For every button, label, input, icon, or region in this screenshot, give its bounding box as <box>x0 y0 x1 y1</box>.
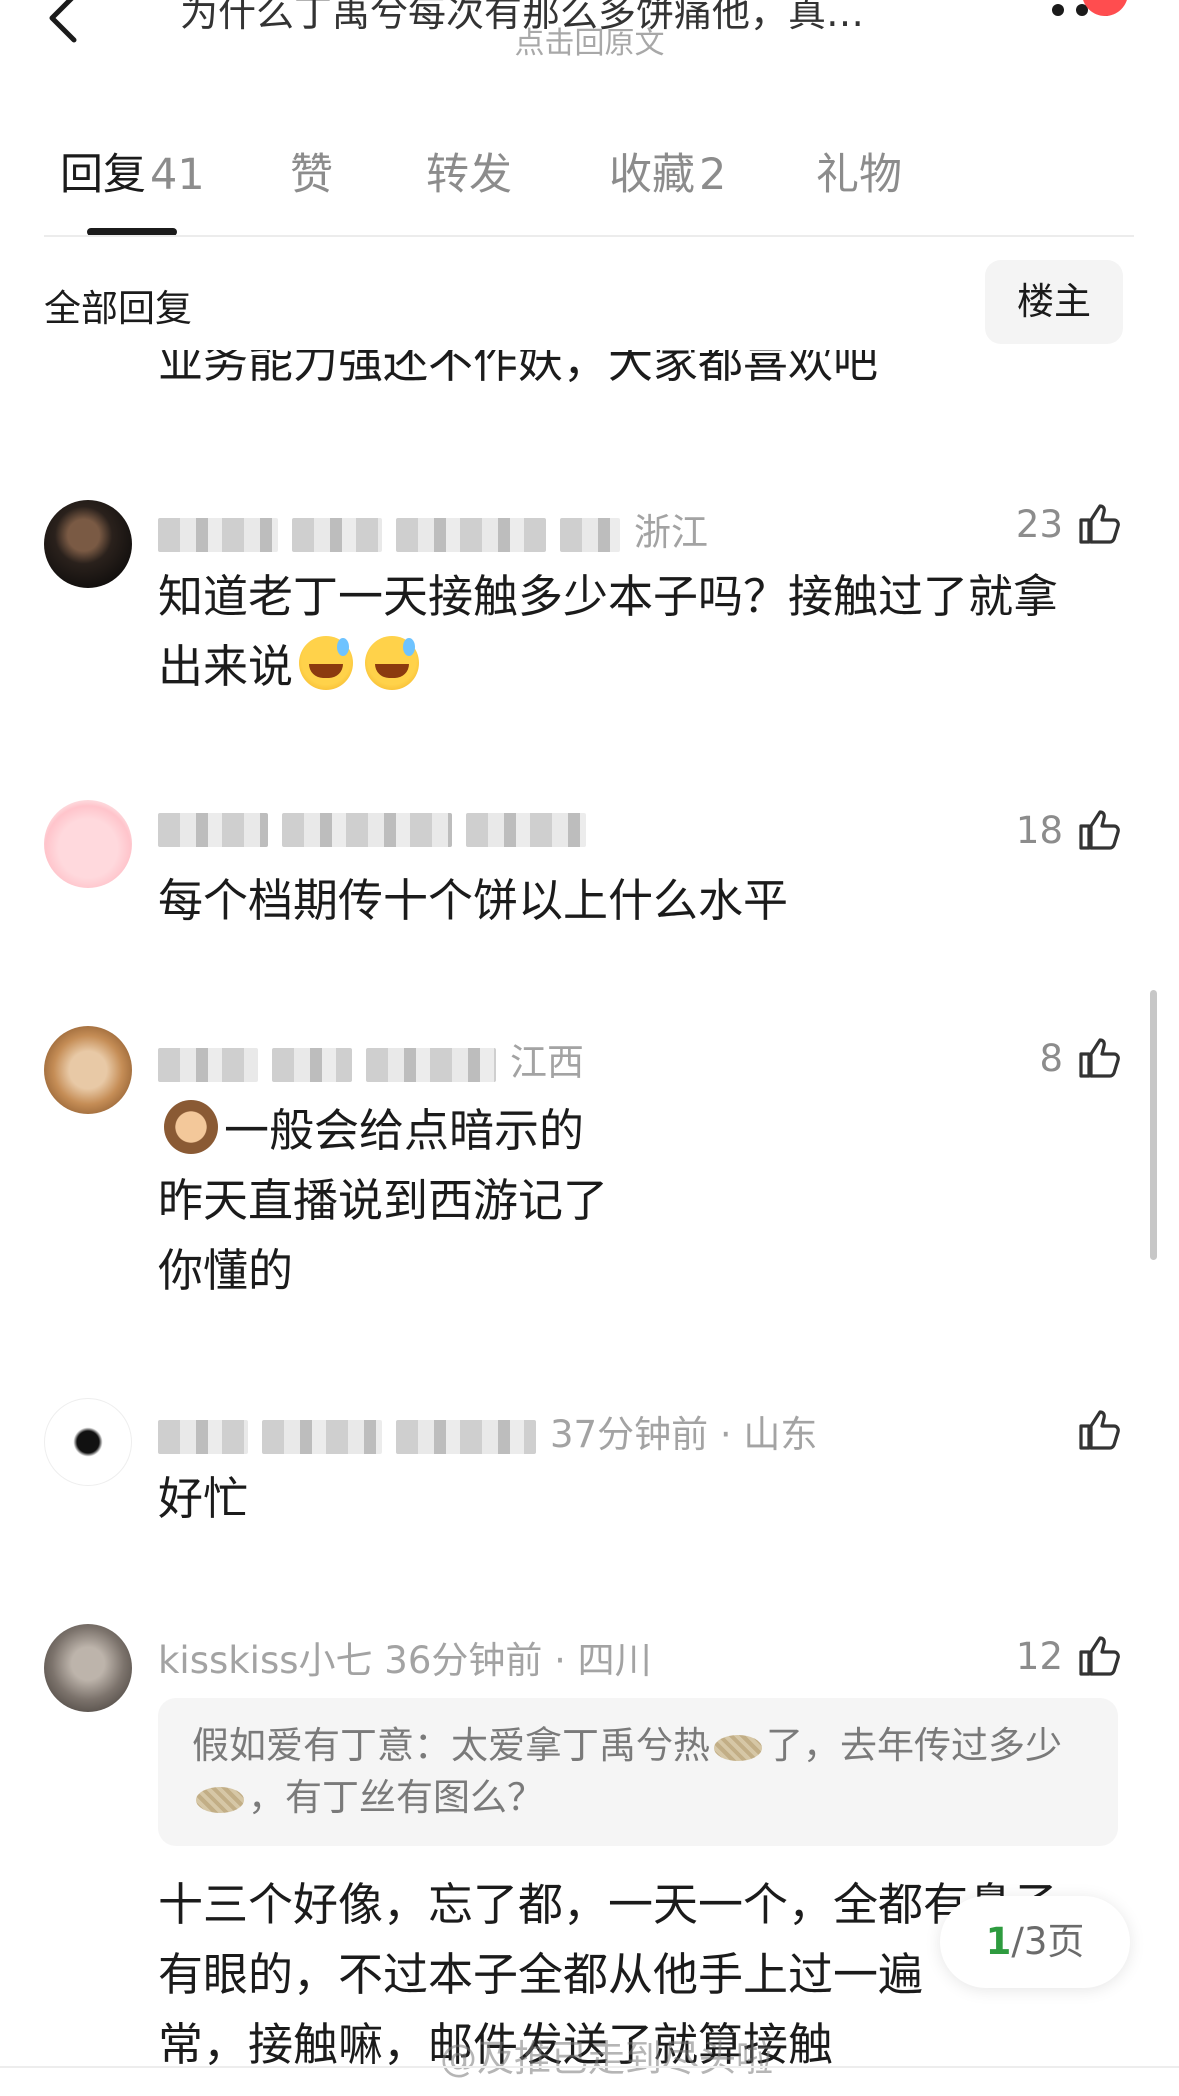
like-button[interactable]: 12 <box>1016 1626 1123 1686</box>
total-pages: /3页 <box>1011 1920 1085 1963</box>
avatar[interactable] <box>44 1026 132 1114</box>
tab-label: 回复 <box>60 150 146 200</box>
thumbs-up-icon <box>1079 504 1120 544</box>
tab-label: 转发 <box>426 150 512 200</box>
tab-reposts[interactable]: 转发 <box>426 140 512 202</box>
divider <box>0 2066 1179 2068</box>
current-page: 1 <box>985 1920 1012 1963</box>
avatar[interactable] <box>44 500 132 588</box>
grinning-sweat-emoji-icon <box>299 636 354 690</box>
blurred-username <box>158 1419 248 1454</box>
thumbs-up-icon <box>1079 810 1120 850</box>
comment-time-location: 36分钟前 · 四川 <box>384 1639 652 1682</box>
tab-count: 2 <box>699 150 727 200</box>
back-to-original-link[interactable]: 点击回原文 <box>0 18 1179 62</box>
avatar[interactable] <box>44 1398 132 1486</box>
like-count: 12 <box>1015 1634 1063 1678</box>
username[interactable]: kisskiss小七 <box>158 1639 373 1682</box>
quoted-username[interactable]: 假如爱有丁意 <box>192 1724 414 1767</box>
comment-body: 知道老丁一天接触多少本子吗？接触过了就拿 出来说 <box>158 570 1059 693</box>
tab-favorites[interactable]: 收藏2 <box>609 140 726 202</box>
thumbs-up-icon <box>1079 1636 1120 1676</box>
see-no-evil-monkey-emoji-icon <box>164 1100 218 1154</box>
thumbs-up-icon <box>1079 1038 1120 1078</box>
like-button[interactable]: 8 <box>1039 1028 1123 1088</box>
like-button[interactable] <box>1075 1400 1123 1460</box>
all-replies-label: 全部回复 <box>44 287 192 330</box>
more-icon <box>1052 4 1064 16</box>
comment-location: 江西 <box>510 1041 584 1084</box>
cake-icon <box>196 1786 244 1813</box>
tab-label: 礼物 <box>816 150 902 200</box>
comment-body: 好忙 <box>158 1472 249 1525</box>
comment-body: 一般会给点暗示的 昨天直播说到西游记了 你懂的 <box>158 1096 1118 1306</box>
tab-replies[interactable]: 回复41 <box>60 140 205 202</box>
thumbs-up-icon <box>1079 1410 1120 1450</box>
avatar[interactable] <box>44 800 132 888</box>
divider <box>44 235 1134 237</box>
scrollbar[interactable] <box>1150 990 1157 1260</box>
page-indicator[interactable]: 1/3页 <box>940 1896 1130 1988</box>
avatar[interactable] <box>44 1624 132 1712</box>
blurred-username <box>158 1047 258 1082</box>
comment-time-location: 37分钟前 · 山东 <box>550 1413 818 1456</box>
like-button[interactable]: 23 <box>1016 494 1123 554</box>
blurred-username <box>158 812 268 847</box>
weibo-watermark: @及推已走到尽头啦 <box>440 2037 773 2080</box>
comment-location: 浙江 <box>634 511 708 554</box>
like-count: 8 <box>1039 1036 1063 1080</box>
owner-only-button[interactable]: 楼主 <box>985 260 1123 344</box>
tab-label: 赞 <box>290 150 333 200</box>
quoted-reply[interactable]: 假如爱有丁意：太爱拿丁禹兮热 了，去年传过多少 ，有丁丝有图么？ <box>158 1698 1118 1846</box>
cake-icon <box>714 1734 762 1761</box>
like-count: 18 <box>1015 808 1063 852</box>
comment-meta <box>158 806 600 849</box>
tab-bar: 回复41 赞 转发 收藏2 礼物 <box>0 140 1179 236</box>
top-bar: 为什么丁禹兮每次有那么多饼痛他，真… 点击回原文 <box>0 0 1179 70</box>
tab-gifts[interactable]: 礼物 <box>816 140 902 202</box>
comment-meta: 江西 <box>158 1032 584 1086</box>
tab-label: 收藏 <box>609 150 695 200</box>
comment-meta: 浙江 <box>158 502 708 556</box>
grinning-sweat-emoji-icon <box>365 636 420 690</box>
comment-meta: 37分钟前 · 山东 <box>158 1404 817 1458</box>
previous-comment-text: 业务能力强还不作妖，大家都喜欢吧 <box>158 350 879 388</box>
comment-meta: kisskiss小七 36分钟前 · 四川 <box>158 1630 652 1684</box>
like-button[interactable]: 18 <box>1016 800 1123 860</box>
comment-body: 每个档期传十个饼以上什么水平 <box>158 874 789 927</box>
tab-count: 41 <box>150 150 205 200</box>
blurred-username <box>158 517 278 552</box>
like-count: 23 <box>1015 502 1063 546</box>
tab-likes[interactable]: 赞 <box>290 140 333 202</box>
